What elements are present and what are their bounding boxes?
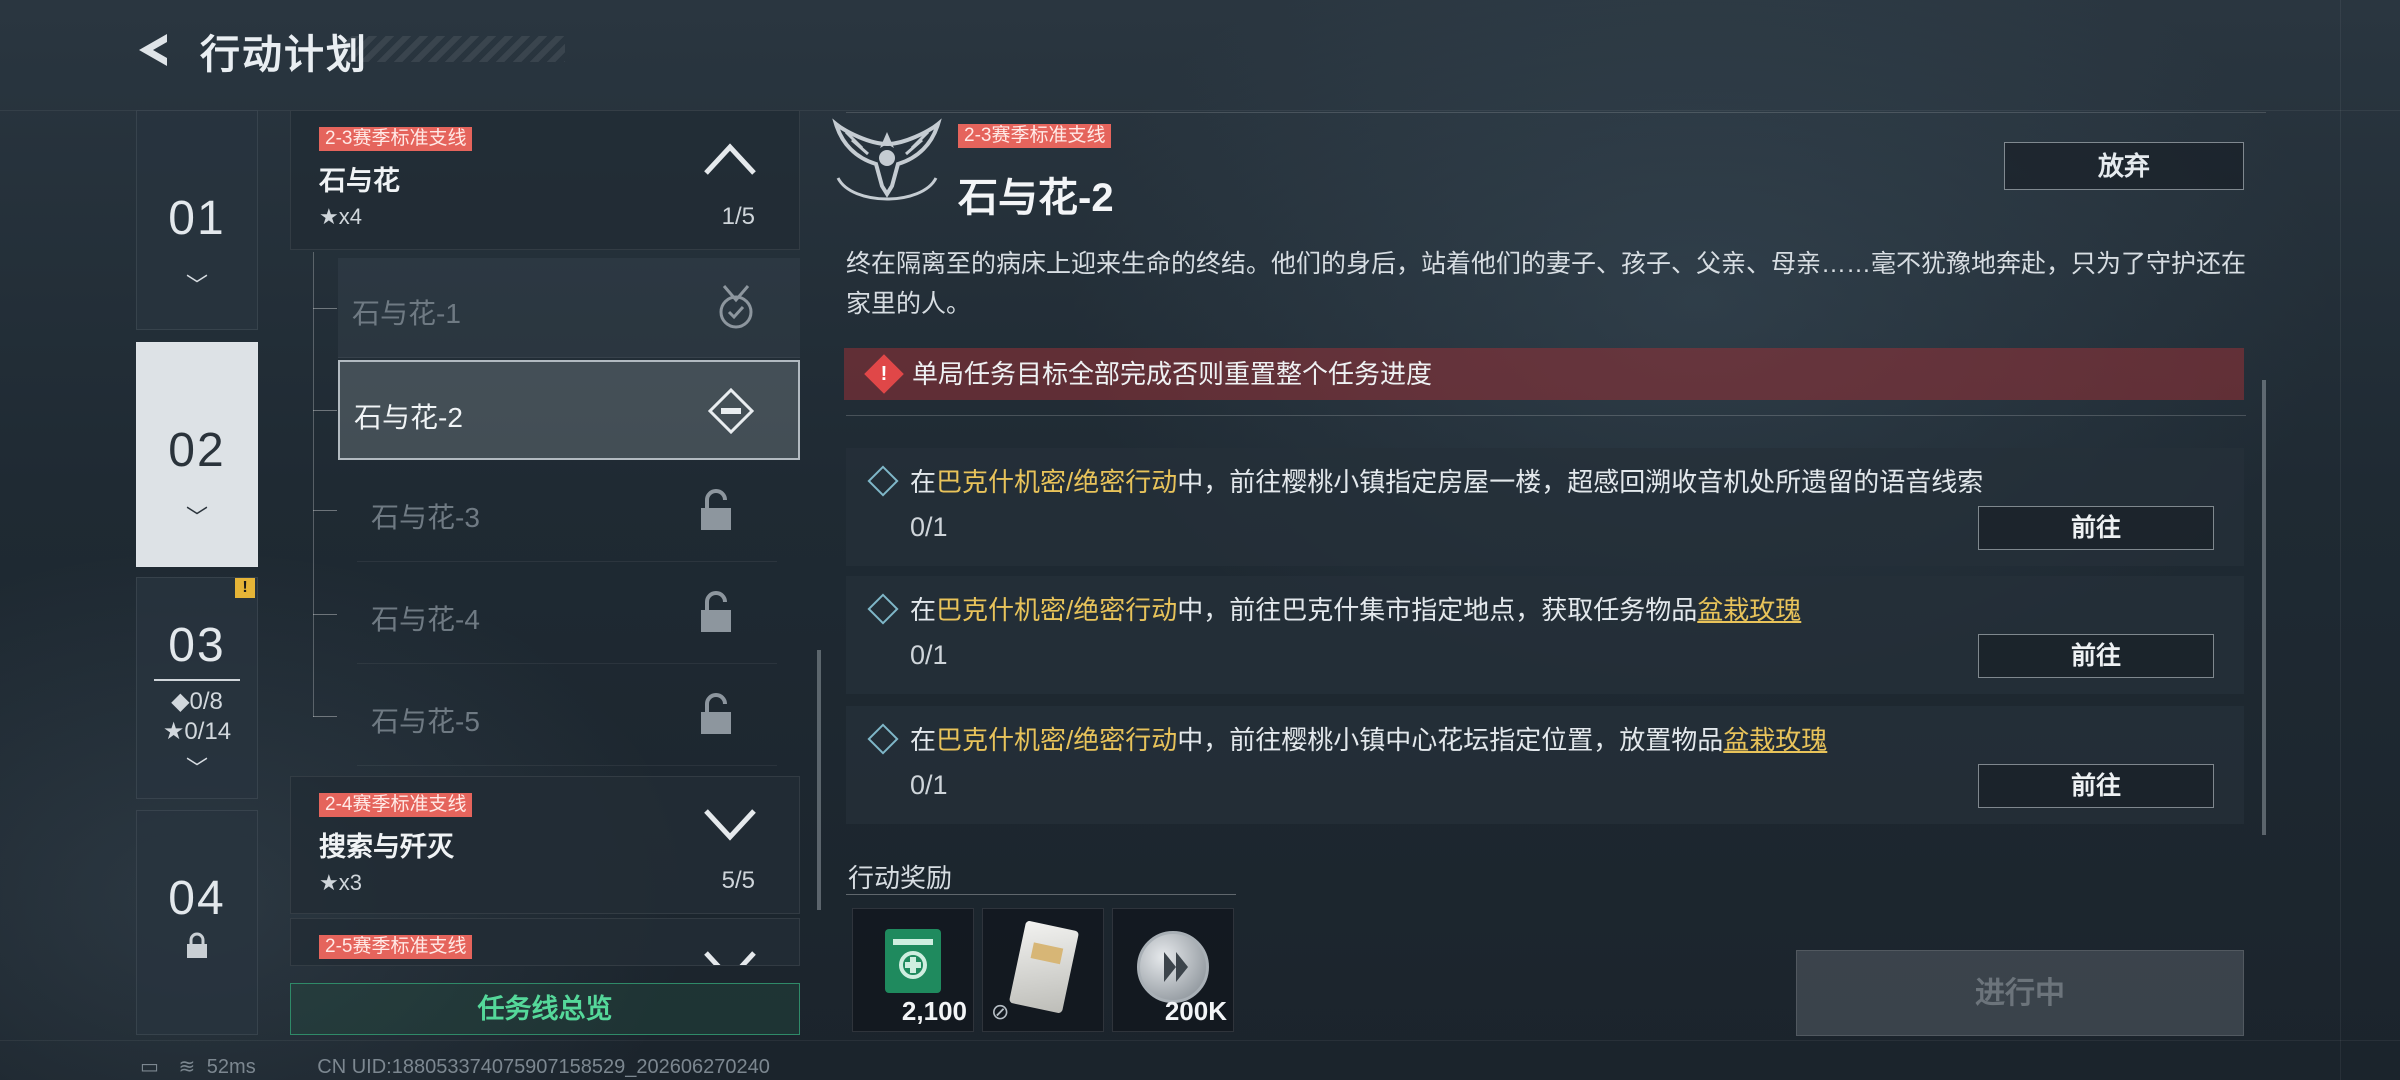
wifi-icon: ≋ — [178, 1056, 196, 1078]
subquest-label: 石与花-5 — [371, 706, 480, 737]
reward-item[interactable]: 200K — [1112, 908, 1234, 1032]
ping-text: 52ms — [206, 1056, 256, 1078]
chapter-number: 04 — [168, 872, 226, 925]
objective-diamond-icon — [867, 593, 899, 625]
abandon-button[interactable]: 放弃 — [2004, 142, 2244, 190]
subquest-item[interactable]: 石与花-3 — [357, 462, 777, 562]
detail-season-tag: 2-3赛季标准支线 — [958, 124, 1112, 148]
detail-title: 石与花-2 — [958, 176, 1114, 220]
season-tag: 2-3赛季标准支线 — [319, 127, 473, 151]
chevron-up-icon — [703, 141, 757, 186]
lock-icon — [699, 692, 733, 746]
subquest-label: 石与花-2 — [354, 402, 463, 433]
divider — [846, 415, 2246, 416]
task-row: 在巴克什机密/绝密行动中，前往樱桃小镇指定房屋一楼，超感回溯收音机处所遗留的语音… — [846, 448, 2244, 566]
task-row: 在巴克什机密/绝密行动中，前往巴克什集市指定地点，获取任务物品盆栽玫瑰 0/1 … — [846, 576, 2244, 694]
questline-stars: ★x4 — [319, 204, 362, 229]
coin-icon — [1137, 931, 1209, 1003]
chapter-tab-04[interactable]: 04 — [136, 810, 258, 1035]
chevron-down-icon — [703, 949, 757, 965]
lock-icon — [699, 590, 733, 644]
warning-badge: ! — [235, 578, 255, 598]
go-button[interactable]: 前往 — [1978, 764, 2214, 808]
chapter-star-stat: ★0/14 — [162, 718, 232, 745]
season-tag: 2-4赛季标准支线 — [319, 793, 473, 817]
tree-connector — [313, 252, 314, 717]
chapter-diamond-stat: ◆0/8 — [171, 688, 223, 715]
chapter-tab-03[interactable]: ! 03 ◆0/8 ★0/14 ﹀ — [136, 577, 258, 799]
objective-diamond-icon — [867, 465, 899, 497]
in-progress-button[interactable]: 进行中 — [1796, 950, 2244, 1036]
questline-progress: 5/5 — [721, 867, 755, 894]
subquest-item[interactable]: 石与花-5 — [357, 666, 777, 766]
alert-banner: ! 单局任务目标全部完成否则重置整个任务进度 — [844, 348, 2244, 400]
subquest-label: 石与花-3 — [371, 502, 480, 533]
chevron-down-icon: ﹀ — [185, 273, 208, 298]
alert-text: 单局任务目标全部完成否则重置整个任务进度 — [912, 359, 1433, 389]
lock-icon — [137, 932, 257, 967]
list-scrollbar[interactable] — [817, 650, 821, 910]
keycard-icon — [1008, 920, 1080, 1014]
back-arrow-icon — [139, 34, 167, 66]
subquest-label: 石与花-4 — [371, 604, 480, 635]
chapter-number: 01 — [168, 192, 226, 245]
season-tag: 2-5赛季标准支线 — [319, 935, 473, 959]
detail-scrollbar[interactable] — [2262, 380, 2266, 835]
item-link[interactable]: 盆栽玫瑰 — [1723, 725, 1827, 755]
battery-icon: ▭ — [140, 1056, 159, 1078]
chevron-down-icon: ﹀ — [185, 756, 208, 781]
reward-qty: 200K — [1164, 996, 1227, 1026]
questline-card-2-5[interactable]: 2-5赛季标准支线 — [290, 918, 800, 966]
chapter-tab-02[interactable]: 02 ﹀ — [136, 342, 258, 567]
quest-description: 终在隔离至的病床上迎来生命的终结。他们的身后，站着他们的妻子、孩子、父亲、母亲…… — [846, 250, 2247, 318]
task-progress: 0/1 — [910, 770, 948, 800]
warning-icon: ! — [864, 354, 904, 394]
questline-overview-button[interactable]: 任务线总览 — [290, 983, 800, 1035]
medal-check-icon — [716, 284, 756, 340]
reward-item[interactable]: ⊘ — [982, 908, 1104, 1032]
task-row: 在巴克什机密/绝密行动中，前往樱桃小镇中心花坛指定位置，放置物品盆栽玫瑰 0/1… — [846, 706, 2244, 824]
questline-card-stone-flower[interactable]: 2-3赛季标准支线 石与花 ★x4 1/5 — [290, 110, 800, 250]
objective-diamond-icon — [867, 723, 899, 755]
eagle-emblem-icon — [832, 118, 942, 214]
reward-qty: 2,100 — [901, 996, 967, 1026]
uid-text: CN UID:18805337407590715852​9_2026062702… — [317, 1056, 770, 1078]
questline-progress: 1/5 — [721, 203, 755, 230]
chapter-number: 03 — [168, 619, 226, 672]
task-progress: 0/1 — [910, 512, 948, 542]
task-progress: 0/1 — [910, 640, 948, 670]
subquest-item-selected[interactable]: 石与花-2 — [338, 360, 800, 460]
divider — [846, 894, 1236, 895]
go-button[interactable]: 前往 — [1978, 634, 2214, 678]
chevron-down-icon — [703, 807, 757, 852]
chapter-tab-01[interactable]: 01 ﹀ — [136, 110, 258, 330]
subquest-item[interactable]: 石与花-1 — [338, 258, 800, 358]
lock-icon — [699, 488, 733, 542]
task-text: 在巴克什机密/绝密行动中，前往樱桃小镇指定房屋一楼，超感回溯收音机处所遗留的语音… — [910, 467, 1984, 497]
no-trade-icon: ⊘ — [991, 999, 1010, 1024]
chapter-number: 02 — [168, 424, 226, 477]
subquest-label: 石与花-1 — [352, 298, 461, 329]
chevron-down-icon: ﹀ — [185, 505, 208, 530]
task-text: 在巴克什机密/绝密行动中，前往巴克什集市指定地点，获取任务物品盆栽玫瑰 — [910, 595, 1802, 625]
back-button[interactable] — [135, 30, 175, 70]
title-decoration — [335, 36, 565, 62]
reward-item[interactable]: 2,100 — [852, 908, 974, 1032]
subquest-item[interactable]: 石与花-4 — [357, 564, 777, 664]
in-progress-diamond-icon — [707, 387, 755, 444]
status-bar: ▭ ≋ 52ms CN UID:18805337407590715852​9_2… — [140, 1054, 770, 1079]
task-text: 在巴克什机密/绝密行动中，前往樱桃小镇中心花坛指定位置，放置物品盆栽玫瑰 — [910, 725, 1828, 755]
questline-stars: ★x3 — [319, 870, 362, 895]
medkit-card-icon — [885, 929, 941, 993]
questline-card-search-destroy[interactable]: 2-4赛季标准支线 搜索与歼灭 ★x3 5/5 — [290, 776, 800, 914]
go-button[interactable]: 前往 — [1978, 506, 2214, 550]
rewards-label: 行动奖励 — [848, 863, 953, 893]
item-link[interactable]: 盆栽玫瑰 — [1697, 595, 1801, 625]
